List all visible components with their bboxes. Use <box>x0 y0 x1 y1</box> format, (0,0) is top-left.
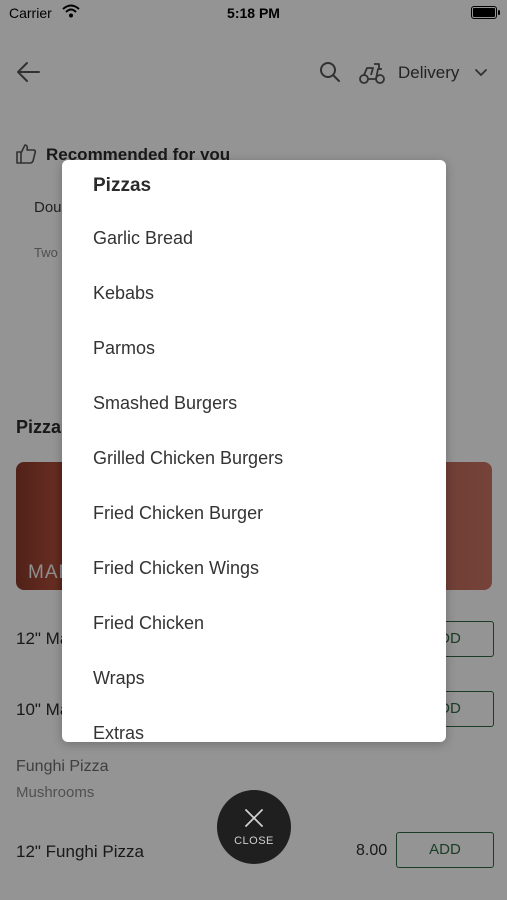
picker-item[interactable]: Kebabs <box>93 283 154 304</box>
picker-item[interactable]: Wraps <box>93 668 145 689</box>
picker-item[interactable]: Fried Chicken Wings <box>93 558 259 579</box>
category-picker-dialog: Pizzas Garlic Bread Kebabs Parmos Smashe… <box>62 160 446 742</box>
picker-item[interactable]: Parmos <box>93 338 155 359</box>
picker-item[interactable]: Smashed Burgers <box>93 393 237 414</box>
close-button[interactable]: CLOSE <box>217 790 291 864</box>
picker-item[interactable]: Fried Chicken <box>93 613 204 634</box>
picker-item[interactable]: Garlic Bread <box>93 228 193 249</box>
picker-item[interactable]: Extras <box>93 723 144 742</box>
close-icon <box>245 809 263 827</box>
close-label: CLOSE <box>234 835 274 847</box>
picker-title[interactable]: Pizzas <box>93 175 151 197</box>
picker-item[interactable]: Fried Chicken Burger <box>93 503 263 524</box>
picker-item[interactable]: Grilled Chicken Burgers <box>93 448 283 469</box>
